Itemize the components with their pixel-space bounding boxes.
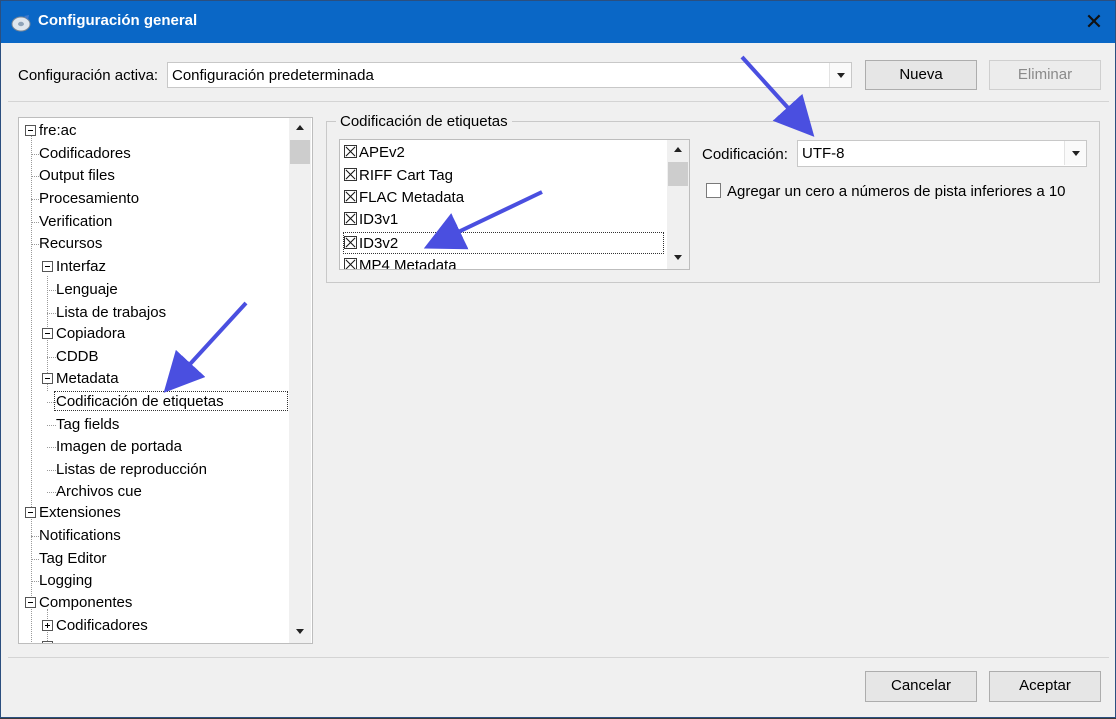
- scroll-up-icon[interactable]: [289, 118, 311, 138]
- tree-item-verification[interactable]: Verification: [39, 212, 112, 232]
- settings-tree[interactable]: fre:ac Codificadores Output files Proces…: [18, 117, 313, 644]
- delete-config-button[interactable]: Eliminar: [989, 60, 1101, 90]
- encoding-dropdown[interactable]: UTF-8: [797, 140, 1087, 167]
- collapse-icon[interactable]: [25, 507, 36, 518]
- chevron-down-icon[interactable]: [829, 63, 851, 87]
- scroll-thumb[interactable]: [668, 162, 688, 186]
- zero-pad-checkbox[interactable]: [706, 183, 721, 198]
- tree-item-copiadora[interactable]: Copiadora: [56, 324, 125, 344]
- scroll-thumb[interactable]: [290, 140, 310, 164]
- title-bar: Configuración general ✕: [1, 1, 1115, 43]
- collapse-icon[interactable]: [25, 597, 36, 608]
- tree-item-lista-de-trabajos[interactable]: Lista de trabajos: [56, 303, 166, 323]
- list-item-flac-metadata[interactable]: FLAC Metadata: [344, 187, 464, 209]
- tree-item-metadata[interactable]: Metadata: [56, 369, 119, 389]
- active-config-dropdown[interactable]: Configuración predeterminada: [167, 62, 852, 88]
- new-config-button[interactable]: Nueva: [865, 60, 977, 90]
- active-config-value: Configuración predeterminada: [172, 67, 374, 84]
- app-disc-icon: [11, 15, 31, 32]
- tree-item-output-files[interactable]: Output files: [39, 166, 115, 186]
- chevron-down-icon[interactable]: [1064, 141, 1086, 165]
- tree-item-listas-de-reproduccion[interactable]: Listas de reproducción: [56, 460, 207, 480]
- list-item-mp4-metadata[interactable]: MP4 Metadata: [344, 255, 457, 269]
- scroll-down-icon[interactable]: [667, 247, 689, 267]
- tree-item-extensiones[interactable]: Extensiones: [39, 503, 121, 523]
- cancel-button[interactable]: Cancelar: [865, 671, 977, 702]
- tree-item-lenguaje[interactable]: Lenguaje: [56, 280, 118, 300]
- bottom-divider: [8, 657, 1109, 658]
- tree-item-freac[interactable]: fre:ac: [39, 121, 77, 141]
- tree-item-cddb[interactable]: CDDB: [56, 347, 99, 367]
- tree-item-notifications[interactable]: Notifications: [39, 526, 121, 546]
- expand-icon[interactable]: [42, 641, 53, 643]
- checkbox-checked-icon[interactable]: [344, 211, 357, 225]
- tree-item-codificadores[interactable]: Codificadores: [39, 144, 131, 164]
- collapse-icon[interactable]: [42, 328, 53, 339]
- tree-scrollbar[interactable]: [289, 118, 311, 643]
- list-item-apev2[interactable]: APEv2: [344, 142, 405, 164]
- tree-item-imagen-de-portada[interactable]: Imagen de portada: [56, 437, 182, 457]
- collapse-icon[interactable]: [25, 125, 36, 136]
- checkbox-checked-icon[interactable]: [344, 257, 357, 269]
- tree-item-tag-fields[interactable]: Tag fields: [56, 415, 119, 435]
- format-list-scrollbar[interactable]: [667, 140, 689, 269]
- list-item-id3v1[interactable]: ID3v1: [344, 209, 398, 231]
- tree-item-componentes-codificadores[interactable]: Codificadores: [56, 616, 148, 636]
- checkbox-checked-icon[interactable]: [344, 167, 357, 181]
- checkbox-checked-icon[interactable]: [344, 235, 357, 249]
- list-item-id3v2[interactable]: ID3v2: [343, 232, 664, 254]
- expand-icon[interactable]: [42, 620, 53, 631]
- collapse-icon[interactable]: [42, 261, 53, 272]
- tag-encoding-group-title: Codificación de etiquetas: [336, 113, 512, 130]
- tree-item-componentes[interactable]: Componentes: [39, 593, 132, 613]
- checkbox-checked-icon[interactable]: [344, 144, 357, 158]
- encoding-label: Codificación:: [702, 146, 788, 163]
- encoding-value: UTF-8: [802, 145, 845, 162]
- zero-pad-label[interactable]: Agregar un cero a números de pista infer…: [727, 183, 1066, 200]
- tree-item-tag-editor[interactable]: Tag Editor: [39, 549, 107, 569]
- tag-format-list[interactable]: APEv2 RIFF Cart Tag FLAC Metadata ID3v1 …: [339, 139, 690, 270]
- top-divider: [8, 101, 1109, 102]
- tree-item-codificacion-de-etiquetas[interactable]: Codificación de etiquetas: [54, 391, 288, 411]
- tree-item-logging[interactable]: Logging: [39, 571, 92, 591]
- checkbox-checked-icon[interactable]: [344, 189, 357, 203]
- close-icon[interactable]: ✕: [1079, 7, 1109, 37]
- tree-item-archivos-cue[interactable]: Archivos cue: [56, 482, 142, 502]
- list-item-riff-cart-tag[interactable]: RIFF Cart Tag: [344, 165, 453, 187]
- tree-item-interfaz[interactable]: Interfaz: [56, 257, 106, 277]
- tree-item-recursos[interactable]: Recursos: [39, 234, 102, 254]
- settings-dialog: Configuración general ✕ Configuración ac…: [0, 0, 1116, 718]
- collapse-icon[interactable]: [42, 373, 53, 384]
- window-title: Configuración general: [38, 12, 198, 29]
- scroll-up-icon[interactable]: [667, 140, 689, 160]
- tree-item-procesamiento[interactable]: Procesamiento: [39, 189, 139, 209]
- accept-button[interactable]: Aceptar: [989, 671, 1101, 702]
- active-config-label: Configuración activa:: [18, 67, 159, 84]
- scroll-down-icon[interactable]: [289, 621, 311, 641]
